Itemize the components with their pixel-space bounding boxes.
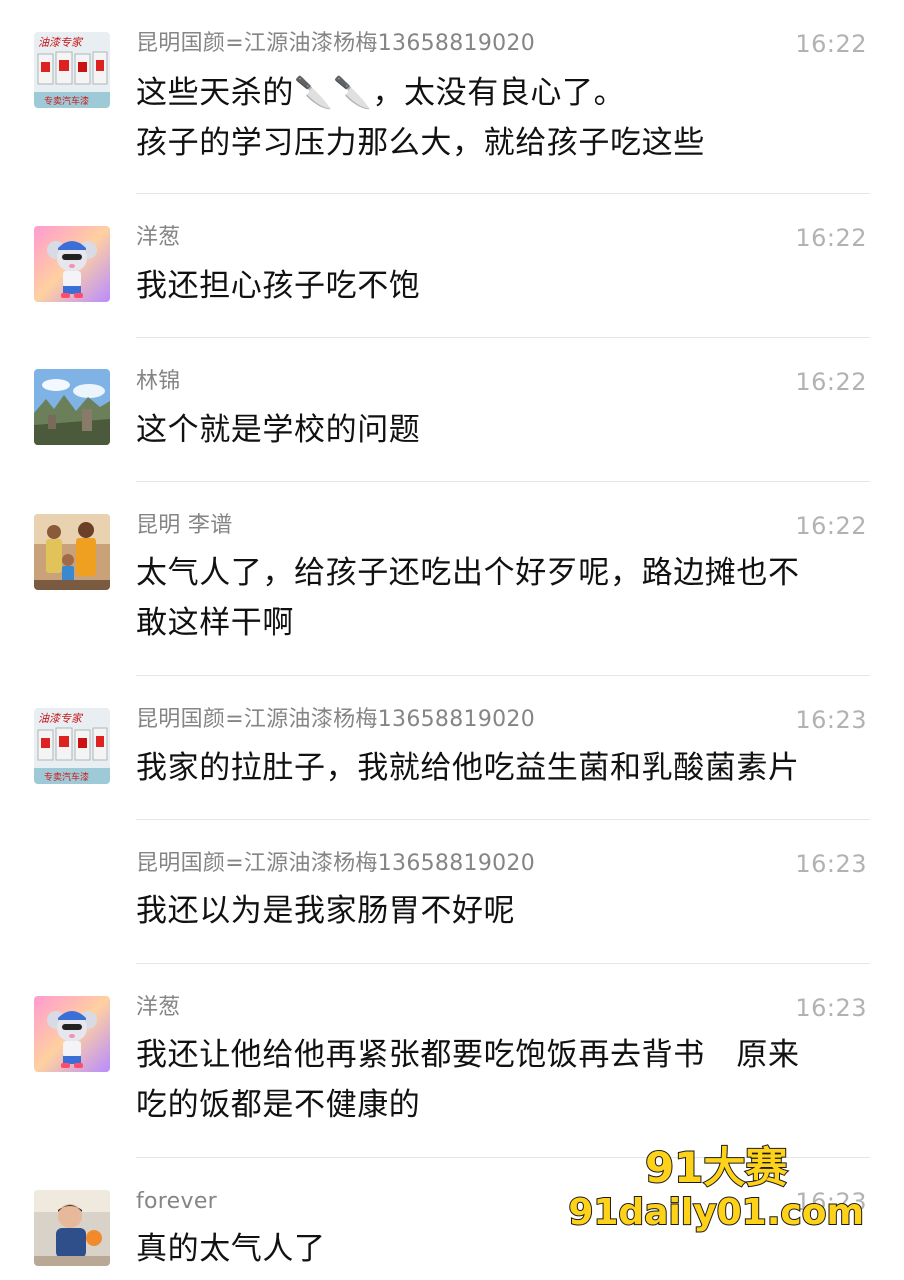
message-line: 我家的拉肚子，我就给他吃益生菌和乳酸菌素片 [136,750,800,786]
avatar[interactable] [34,1190,110,1266]
message-text: 这些天杀的🔪🔪，太没有良心了。 孩子的学习压力那么大，就给孩子吃这些 [136,68,876,168]
message-line: 这个就是学校的问题 [136,412,421,448]
cartoon-mouse-avatar-icon [34,226,110,302]
landscape-avatar-icon [34,369,110,445]
family-photo-avatar-icon [34,514,110,590]
message-text: 我还担心孩子吃不饱 [136,261,876,311]
message-divider [136,193,870,194]
message-line: 太气人了，给孩子还吃出个好歹呢，路边摊也不 [136,555,800,591]
message-time: 16:23 [795,706,867,734]
sender-name: 昆明国颜=江源油漆杨梅13658819020 [136,851,536,876]
message-line: 孩子的学习压力那么大，就给孩子吃这些 [136,125,705,161]
paint-shop-avatar-icon: 油漆专家 专卖汽车漆 [34,32,110,108]
sender-name: 昆明国颜=江源油漆杨梅13658819020 [136,707,536,732]
message-time: 16:23 [795,850,867,878]
message-text: 我家的拉肚子，我就给他吃益生菌和乳酸菌素片 [136,743,876,793]
message-line: 敢这样干啊 [136,605,294,641]
cartoon-mouse-avatar-icon [34,996,110,1072]
message-divider [136,963,870,964]
message-text: 这个就是学校的问题 [136,405,876,455]
message-divider [136,675,870,676]
sender-name: 洋葱 [136,995,181,1020]
avatar[interactable] [34,226,110,302]
message-line: 我还让他给他再紧张都要吃饱饭再去背书 原来 [136,1037,800,1073]
message-line: 吃的饭都是不健康的 [136,1087,421,1123]
message-time: 16:22 [795,512,867,540]
avatar[interactable] [34,514,110,590]
svg-text:油漆专家: 油漆专家 [38,712,84,725]
avatar[interactable] [34,369,110,445]
paint-shop-avatar-icon: 油漆专家 专卖汽车漆 [34,708,110,784]
child-photo-avatar-icon [34,1190,110,1266]
watermark: 91大赛 91daily01.com [567,1143,865,1235]
message-text: 我还以为是我家肠胃不好呢 [136,886,876,936]
message-text: 我还让他给他再紧张都要吃饱饭再去背书 原来 吃的饭都是不健康的 [136,1030,876,1130]
sender-name: 洋葱 [136,225,181,250]
sender-name: forever [136,1189,218,1214]
avatar[interactable]: 油漆专家 专卖汽车漆 [34,32,110,108]
message-divider [136,337,870,338]
sender-name: 昆明国颜=江源油漆杨梅13658819020 [136,31,536,56]
message-line: 这些天杀的🔪🔪，太没有良心了。 [136,75,626,111]
message-time: 16:22 [795,368,867,396]
avatar[interactable] [34,996,110,1072]
watermark-title: 91大赛 [644,1143,788,1193]
message-line: 我还担心孩子吃不饱 [136,268,421,304]
avatar[interactable]: 油漆专家 专卖汽车漆 [34,708,110,784]
message-time: 16:23 [795,994,867,1022]
svg-text:专卖汽车漆: 专卖汽车漆 [44,771,89,783]
message-line: 我还以为是我家肠胃不好呢 [136,893,516,929]
svg-text:专卖汽车漆: 专卖汽车漆 [44,95,89,107]
message-time: 16:22 [795,224,867,252]
svg-text:油漆专家: 油漆专家 [38,36,84,49]
watermark-url: 91daily01.com [567,1191,865,1234]
message-time: 16:22 [795,30,867,58]
message-divider [136,819,870,820]
message-divider [136,481,870,482]
sender-name: 林锦 [136,369,181,394]
sender-name: 昆明 李谱 [136,513,233,538]
message-text: 太气人了，给孩子还吃出个好歹呢，路边摊也不 敢这样干啊 [136,548,876,648]
